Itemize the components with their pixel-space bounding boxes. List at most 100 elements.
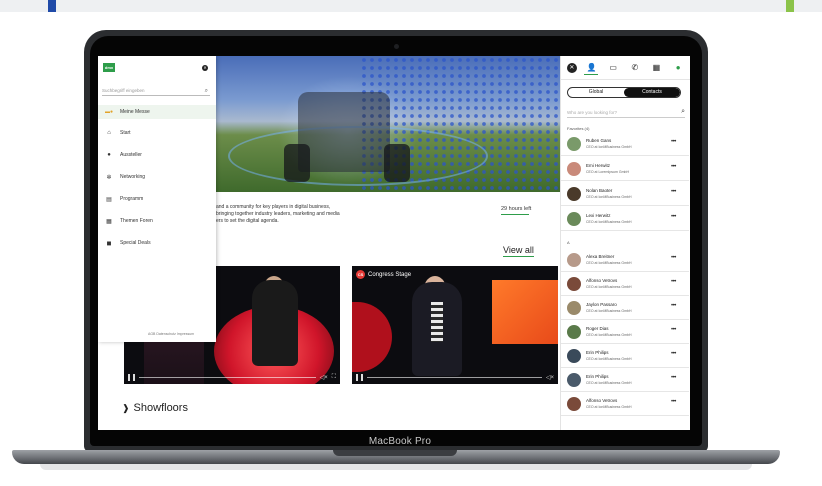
menu-footer-links[interactable]: AGB Datenschutz Impressum (148, 332, 194, 336)
contact-name: Alfonso Vetrovs (586, 278, 618, 283)
menu-item-networking[interactable]: ✲ Networking (98, 170, 216, 184)
contact-company: CEO at IonMBusiness GmbH (586, 145, 632, 149)
menu-item-aussteller[interactable]: ● Aussteller (98, 148, 216, 162)
contact-name: Emi Herwitz (586, 163, 611, 168)
avatar (567, 397, 581, 411)
contact-row[interactable]: Erin Philips CEO at IonMBusiness GmbH ••… (561, 368, 689, 392)
global-contacts-toggle[interactable]: Global Contacts (567, 87, 681, 98)
more-options-icon[interactable]: ••• (671, 214, 676, 220)
contact-name: Alexa Breitner (586, 254, 615, 259)
menu-item-label: Aussteller (120, 152, 142, 158)
close-panel-icon[interactable]: ✕ (566, 62, 577, 73)
video-player-congress-stage[interactable]: CS Congress Stage ◁× (352, 266, 558, 384)
menu-item-label: Special Deals (120, 240, 151, 246)
contact-row[interactable]: Alfonso Vetrovs CEO at IonMBusiness GmbH… (561, 272, 689, 296)
menu-item-meine-messe[interactable]: ▬● Meine Messe (98, 105, 216, 119)
showfloors-heading: ❱ Showfloors (122, 402, 188, 414)
brand-logo[interactable]: dmx (103, 63, 115, 72)
contact-row[interactable]: Jaylon Passaro CEO at IonMBusiness GmbH … (561, 296, 689, 320)
user-avatar[interactable]: ● (671, 61, 685, 75)
contact-row[interactable]: Alexa Breitner CEO at IonMBusiness GmbH … (561, 248, 689, 272)
more-options-icon[interactable]: ••• (671, 327, 676, 333)
avatar (567, 162, 581, 176)
video-progress-track[interactable] (367, 376, 542, 378)
app-screen: and a community for key players in digit… (98, 56, 690, 430)
contact-company: CEO at IonMBusiness GmbH (586, 220, 632, 224)
search-icon[interactable]: ⌕ (681, 107, 685, 117)
contact-company: CEO at IonMBusiness GmbH (586, 309, 632, 313)
more-options-icon[interactable]: ••• (671, 351, 676, 357)
stage-badge: CS Congress Stage (356, 270, 411, 279)
hours-left-progress (501, 214, 529, 215)
toggle-global[interactable]: Global (568, 88, 624, 97)
contact-company: CEO at IonMBusiness GmbH (586, 405, 632, 409)
contact-row[interactable]: Alfonso Vetrovs CEO at IonMBusiness GmbH… (561, 392, 689, 416)
menu-item-label: Themen Foren (120, 218, 153, 224)
building-icon: ▦ (106, 218, 112, 225)
contact-name: Ruben Gans (586, 138, 612, 143)
laptop-shadow (40, 464, 752, 470)
avatar (567, 325, 581, 339)
contact-company: CEO at LoremIpsum GmbH (586, 170, 629, 174)
view-all-link[interactable]: View all (503, 245, 534, 257)
contact-row[interactable]: Ruben Gans CEO at IonMBusiness GmbH ••• (561, 132, 689, 156)
intro-line: and a community for key players in digit… (216, 204, 331, 210)
tractor-image (298, 92, 390, 172)
close-icon[interactable]: ✕ (202, 65, 208, 71)
more-options-icon[interactable]: ••• (671, 255, 676, 261)
side-menu: dmx ✕ Suchbegriff eingeben ⌕ ▬● Meine Me… (98, 56, 216, 342)
video-progress-track[interactable] (139, 376, 316, 378)
contact-row[interactable]: Erin Philips CEO at IonMBusiness GmbH ••… (561, 344, 689, 368)
avatar (567, 277, 581, 291)
pause-icon[interactable] (356, 373, 363, 381)
ticket-icon: ▬● (104, 109, 114, 115)
more-options-icon[interactable]: ••• (671, 279, 676, 285)
tab-chat-icon[interactable]: ▭ (606, 61, 620, 75)
contact-row[interactable]: Nolan Baoter CEO at IonMBusiness GmbH ••… (561, 182, 689, 206)
fullscreen-icon[interactable]: ⛶ (332, 374, 336, 381)
menu-item-special-deals[interactable]: ◼ Special Deals (98, 236, 216, 250)
contact-company: CEO at IonMBusiness GmbH (586, 357, 632, 361)
menu-item-label: Meine Messe (120, 109, 150, 115)
pause-icon[interactable] (128, 373, 135, 381)
more-options-icon[interactable]: ••• (671, 139, 676, 145)
tab-contacts-person-icon[interactable]: 👤 (584, 61, 599, 75)
intro-line: bringing together industry leaders, mark… (216, 211, 340, 217)
contact-name: Nolan Baoter (586, 188, 613, 193)
menu-item-start[interactable]: ⌂ Start (98, 126, 216, 140)
menu-item-themen-foren[interactable]: ▦ Themen Foren (98, 214, 216, 228)
contact-row[interactable]: Emi Herwitz CEO at LoremIpsum GmbH ••• (561, 157, 689, 181)
avatar (567, 212, 581, 226)
video-controls: ◁× (352, 370, 558, 384)
avatar (567, 301, 581, 315)
home-icon: ⌂ (107, 130, 111, 136)
tab-call-icon[interactable]: ✆ (628, 61, 642, 75)
menu-search-input[interactable]: Suchbegriff eingeben ⌕ (102, 86, 210, 96)
device-label: MacBook Pro (368, 436, 432, 447)
contact-company: CEO at IonMBusiness GmbH (586, 261, 632, 265)
volume-icon[interactable]: ◁× (320, 374, 328, 381)
more-options-icon[interactable]: ••• (671, 164, 676, 170)
menu-item-programm[interactable]: ▤ Programm (98, 192, 216, 206)
favorites-label: Favorites (4) (567, 126, 590, 131)
intro-line: ers to set the digital agenda. (216, 218, 279, 224)
toggle-contacts[interactable]: Contacts (624, 88, 680, 97)
speaker-image (252, 280, 298, 366)
contact-company: CEO at IonMBusiness GmbH (586, 381, 632, 385)
search-icon[interactable]: ⌕ (205, 86, 208, 96)
more-options-icon[interactable]: ••• (671, 399, 676, 405)
tab-calendar-icon[interactable]: ▦ (649, 61, 663, 75)
contact-company: CEO at IonMBusiness GmbH (586, 195, 632, 199)
avatar (567, 349, 581, 363)
volume-icon[interactable]: ◁× (546, 374, 554, 381)
more-options-icon[interactable]: ••• (671, 189, 676, 195)
contact-name: Roger Dias (586, 326, 609, 331)
contact-row[interactable]: Lexi Herwitz CEO at IonMBusiness GmbH ••… (561, 207, 689, 231)
more-options-icon[interactable]: ••• (671, 375, 676, 381)
contact-row[interactable]: Roger Dias CEO at IonMBusiness GmbH ••• (561, 320, 689, 344)
contact-search-input[interactable]: Who are you looking for? ⌕ (567, 108, 685, 118)
stage-code-icon: CS (356, 270, 365, 279)
more-options-icon[interactable]: ••• (671, 303, 676, 309)
avatar (567, 137, 581, 151)
accent-blue-bar (48, 0, 56, 12)
